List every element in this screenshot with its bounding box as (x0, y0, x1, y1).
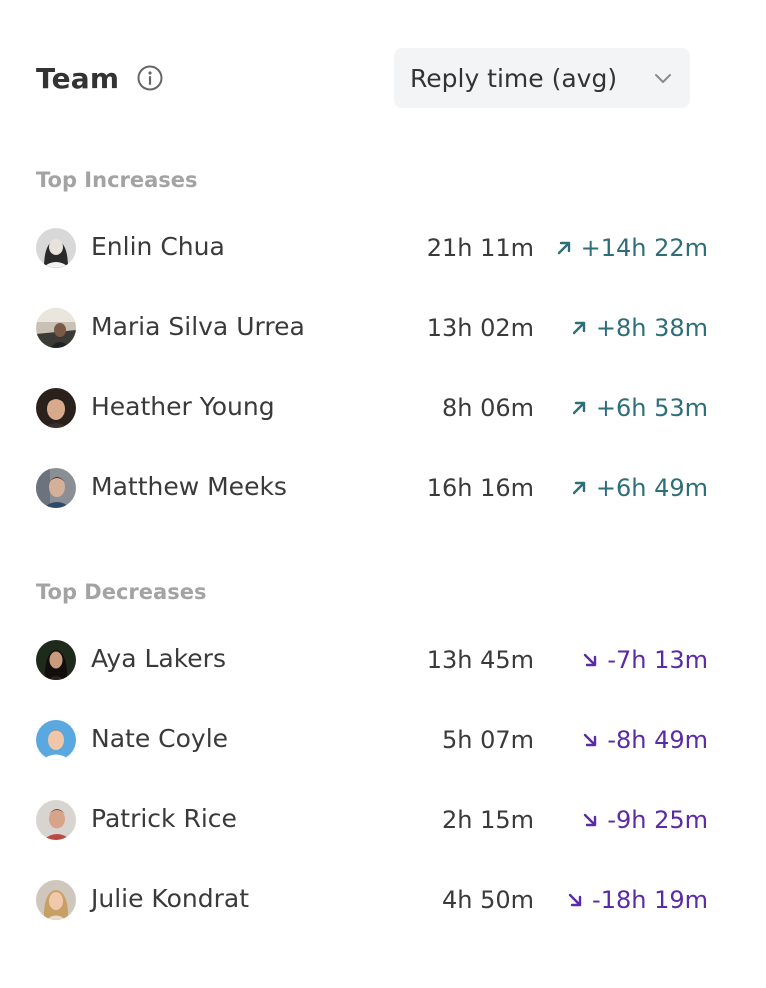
avatar[interactable] (36, 640, 76, 680)
metric-select[interactable]: Reply time (avg) (394, 48, 690, 108)
list-item[interactable]: Matthew Meeks 16h 16m +6h 49m (36, 468, 708, 508)
section-label-decreases: Top Decreases (36, 580, 207, 604)
change-value: -7h 13m (581, 646, 708, 674)
member-name[interactable]: Julie Kondrat (91, 884, 249, 913)
change-text: +6h 49m (595, 474, 708, 502)
avatar[interactable] (36, 880, 76, 920)
reply-time: 13h 02m (426, 314, 534, 342)
member-name[interactable]: Heather Young (91, 392, 275, 421)
list-item[interactable]: Julie Kondrat 4h 50m -18h 19m (36, 880, 708, 920)
list-item[interactable]: Enlin Chua 21h 11m +14h 22m (36, 228, 708, 268)
reply-time: 4h 50m (441, 886, 534, 914)
list-item[interactable]: Maria Silva Urrea 13h 02m +8h 38m (36, 308, 708, 348)
metric-select-value: Reply time (avg) (410, 63, 618, 93)
avatar[interactable] (36, 308, 76, 348)
change-value: +6h 49m (570, 474, 708, 502)
change-value: -8h 49m (581, 726, 708, 754)
team-header: Team (36, 58, 163, 98)
list-item[interactable]: Heather Young 8h 06m +6h 53m (36, 388, 708, 428)
reply-time: 8h 06m (441, 394, 534, 422)
arrow-up-right-icon (572, 321, 586, 335)
arrow-down-right-icon (584, 813, 597, 827)
reply-time: 5h 07m (441, 726, 534, 754)
change-value: -9h 25m (581, 806, 708, 834)
change-text: -8h 49m (607, 726, 708, 754)
section-label-increases: Top Increases (36, 168, 198, 192)
avatar[interactable] (36, 720, 76, 760)
member-name[interactable]: Patrick Rice (91, 804, 237, 833)
reply-time: 2h 15m (441, 806, 534, 834)
member-name[interactable]: Matthew Meeks (91, 472, 287, 501)
change-value: -18h 19m (566, 886, 708, 914)
change-text: +6h 53m (595, 394, 708, 422)
change-value: +8h 38m (570, 314, 708, 342)
change-value: +14h 22m (555, 234, 708, 262)
reply-time: 13h 45m (426, 646, 534, 674)
arrow-down-right-icon (584, 733, 597, 747)
change-text: -7h 13m (607, 646, 708, 674)
arrow-down-right-icon (568, 893, 582, 907)
avatar[interactable] (36, 800, 76, 840)
change-text: +14h 22m (580, 234, 708, 262)
page-title: Team (36, 61, 120, 95)
change-value: +6h 53m (570, 394, 708, 422)
member-name[interactable]: Nate Coyle (91, 724, 228, 753)
change-text: -9h 25m (607, 806, 708, 834)
list-item[interactable]: Nate Coyle 5h 07m -8h 49m (36, 720, 708, 760)
arrow-down-right-icon (584, 653, 597, 667)
reply-time: 21h 11m (426, 234, 534, 262)
arrow-up-right-icon (557, 241, 570, 255)
avatar[interactable] (36, 228, 76, 268)
reply-time: 16h 16m (426, 474, 534, 502)
member-name[interactable]: Enlin Chua (91, 232, 225, 261)
change-text: -18h 19m (592, 886, 708, 914)
avatar[interactable] (36, 388, 76, 428)
arrow-up-right-icon (572, 401, 586, 415)
change-text: +8h 38m (595, 314, 708, 342)
list-item[interactable]: Aya Lakers 13h 45m -7h 13m (36, 640, 708, 680)
info-circle-icon[interactable] (137, 65, 163, 91)
avatar[interactable] (36, 468, 76, 508)
member-name[interactable]: Aya Lakers (91, 644, 226, 673)
chevron-down-icon (655, 74, 671, 83)
list-item[interactable]: Patrick Rice 2h 15m -9h 25m (36, 800, 708, 840)
arrow-up-right-icon (572, 481, 586, 495)
member-name[interactable]: Maria Silva Urrea (91, 312, 305, 341)
